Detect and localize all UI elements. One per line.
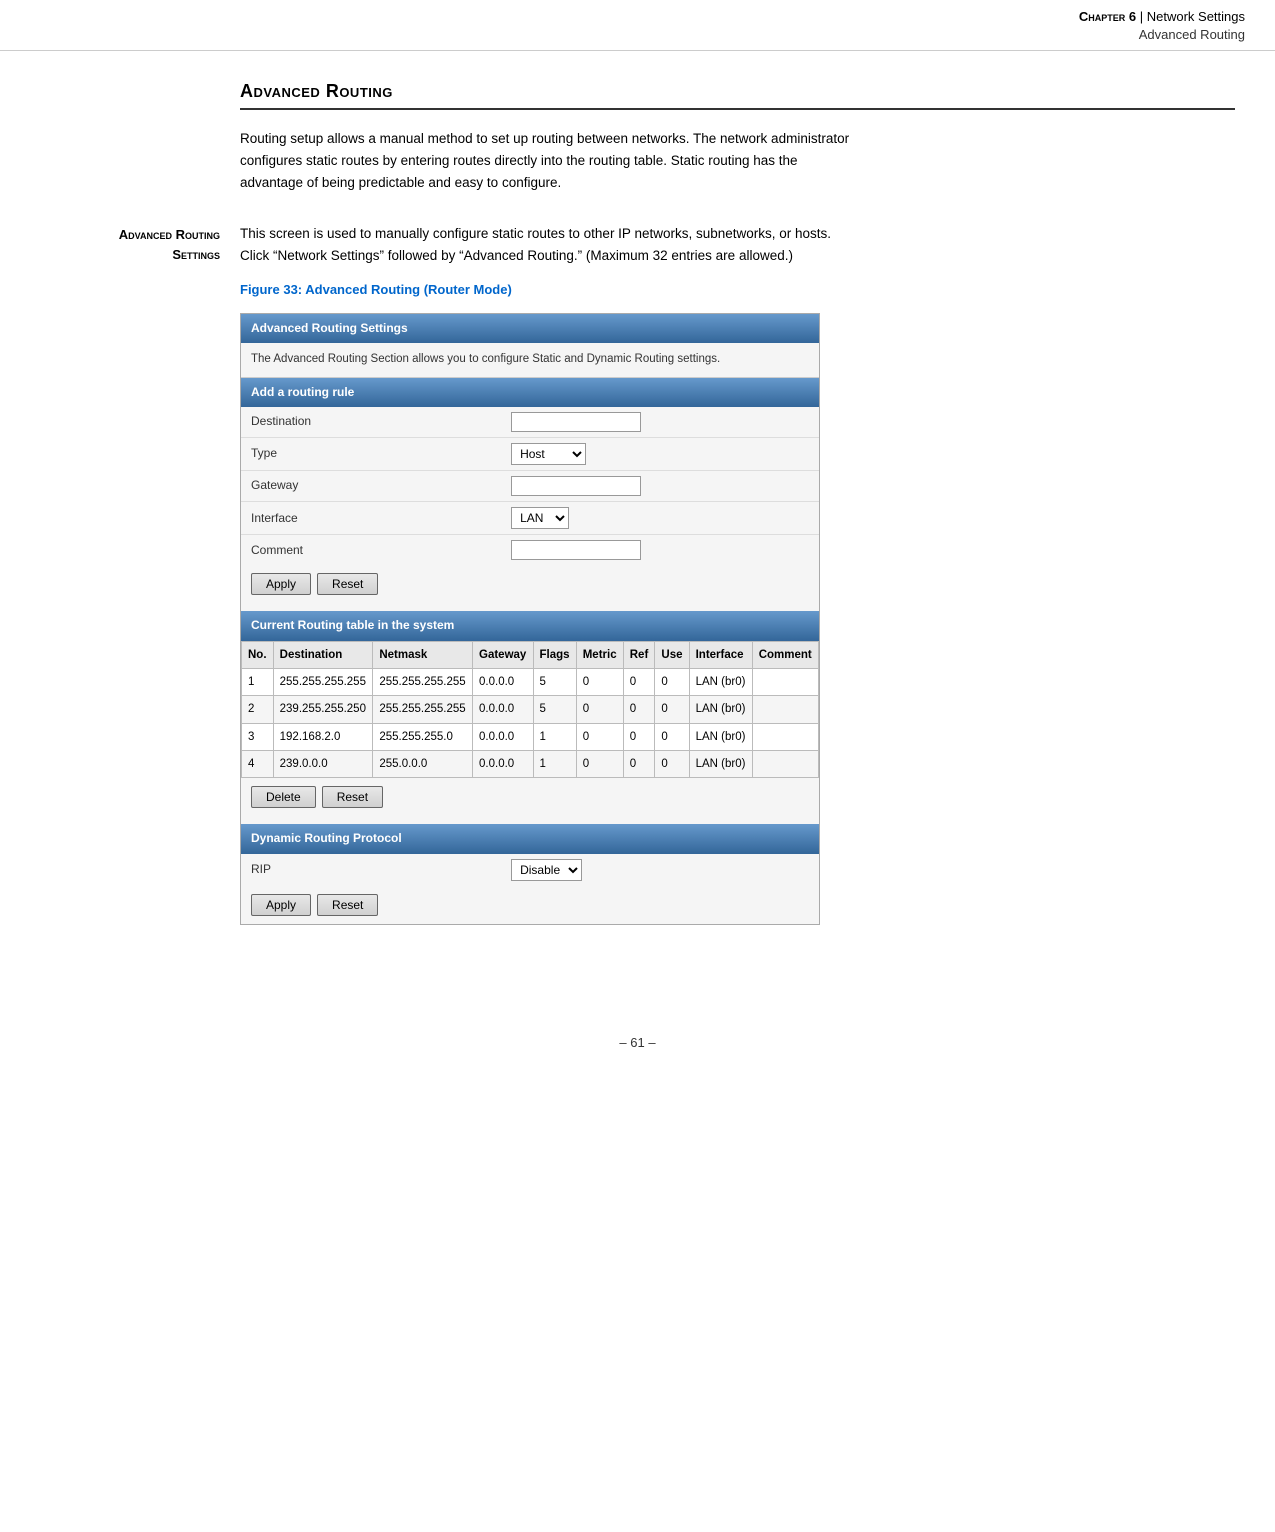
col-use: Use (655, 641, 689, 668)
rip-select-cell: Disable Enable (501, 854, 819, 886)
col-destination: Destination (273, 641, 373, 668)
col-flags: Flags (533, 641, 576, 668)
separator-2 (241, 816, 819, 824)
rip-row: RIP Disable Enable (241, 854, 819, 886)
routing-form-table: Destination Type Host (241, 407, 819, 566)
table-row: 4239.0.0.0255.0.0.00.0.0.01000LAN (br0) (242, 751, 819, 778)
gateway-row: Gateway (241, 470, 819, 501)
rip-select[interactable]: Disable Enable (511, 859, 582, 881)
comment-row: Comment (241, 535, 819, 566)
dynamic-routing-btn-row: Apply Reset (241, 886, 819, 924)
settings-label: Advanced Routing Settings (40, 223, 240, 925)
col-comment: Comment (752, 641, 818, 668)
settings-description: This screen is used to manually configur… (240, 223, 840, 266)
rip-label: RIP (241, 854, 501, 886)
gateway-input[interactable] (511, 476, 641, 496)
header-title-line2: Advanced Routing (1079, 26, 1245, 44)
reset-button-3[interactable]: Reset (317, 894, 378, 916)
page-header: Chapter 6 | Network Settings Advanced Ro… (0, 0, 1275, 51)
apply-button-1[interactable]: Apply (251, 573, 311, 595)
figure-caption: Figure 33: Advanced Routing (Router Mode… (240, 280, 840, 301)
interface-input-cell: LAN WAN (501, 502, 819, 535)
add-routing-rule-section: Add a routing rule Destination (241, 378, 819, 604)
settings-label-line2: Settings (40, 245, 220, 265)
type-select[interactable]: Host Network (511, 443, 586, 465)
type-input-cell: Host Network (501, 437, 819, 470)
dynamic-header: Dynamic Routing Protocol (241, 824, 819, 853)
col-interface: Interface (689, 641, 752, 668)
box-title: Advanced Routing Settings (241, 314, 819, 343)
reset-button-1[interactable]: Reset (317, 573, 378, 595)
ui-box: Advanced Routing Settings The Advanced R… (240, 313, 820, 925)
dynamic-routing-section: Dynamic Routing Protocol RIP Disable Ena… (241, 824, 819, 923)
destination-label: Destination (241, 407, 501, 438)
type-label: Type (241, 437, 501, 470)
comment-label: Comment (241, 535, 501, 566)
destination-row: Destination (241, 407, 819, 438)
header-title-line1: Network Settings (1147, 9, 1245, 24)
table-row: 3192.168.2.0255.255.255.00.0.0.01000LAN … (242, 723, 819, 750)
gateway-input-cell (501, 470, 819, 501)
reset-button-2[interactable]: Reset (322, 786, 383, 808)
interface-row: Interface LAN WAN (241, 502, 819, 535)
page-footer: – 61 – (0, 1015, 1275, 1070)
col-netmask: Netmask (373, 641, 473, 668)
routing-table-header: Current Routing table in the system (241, 611, 819, 640)
chapter-info: Chapter 6 | Network Settings Advanced Ro… (1079, 8, 1245, 44)
interface-select[interactable]: LAN WAN (511, 507, 569, 529)
settings-content: This screen is used to manually configur… (240, 223, 840, 925)
settings-label-line1: Advanced Routing (40, 225, 220, 245)
dynamic-routing-form: RIP Disable Enable (241, 854, 819, 886)
routing-table-section: Current Routing table in the system No. … (241, 611, 819, 816)
routing-table: No. Destination Netmask Gateway Flags Me… (241, 641, 819, 779)
type-row: Type Host Network (241, 437, 819, 470)
destination-input[interactable] (511, 412, 641, 432)
header-pipe: | (1140, 9, 1143, 24)
col-no: No. (242, 641, 274, 668)
comment-input-cell (501, 535, 819, 566)
col-gateway: Gateway (473, 641, 534, 668)
interface-label: Interface (241, 502, 501, 535)
page-content: Advanced Routing Routing setup allows a … (0, 51, 1275, 984)
destination-input-cell (501, 407, 819, 438)
col-ref: Ref (623, 641, 655, 668)
col-metric: Metric (576, 641, 623, 668)
table-row: 2239.255.255.250255.255.255.2550.0.0.050… (242, 696, 819, 723)
intro-paragraph: Routing setup allows a manual method to … (240, 128, 860, 193)
box-description: The Advanced Routing Section allows you … (241, 343, 819, 377)
chapter-label: Chapter 6 (1079, 9, 1136, 24)
add-rule-header: Add a routing rule (241, 378, 819, 407)
settings-section: Advanced Routing Settings This screen is… (40, 223, 1235, 925)
comment-input[interactable] (511, 540, 641, 560)
table-row: 1255.255.255.255255.255.255.2550.0.0.050… (242, 668, 819, 695)
delete-button[interactable]: Delete (251, 786, 316, 808)
routing-table-header-row: No. Destination Netmask Gateway Flags Me… (242, 641, 819, 668)
routing-table-btn-row: Delete Reset (241, 778, 819, 816)
gateway-label: Gateway (241, 470, 501, 501)
footer-text: – 61 – (619, 1035, 655, 1050)
add-rule-btn-row: Apply Reset (241, 565, 819, 603)
apply-button-2[interactable]: Apply (251, 894, 311, 916)
separator-1 (241, 603, 819, 611)
section-title: Advanced Routing (240, 81, 1235, 110)
